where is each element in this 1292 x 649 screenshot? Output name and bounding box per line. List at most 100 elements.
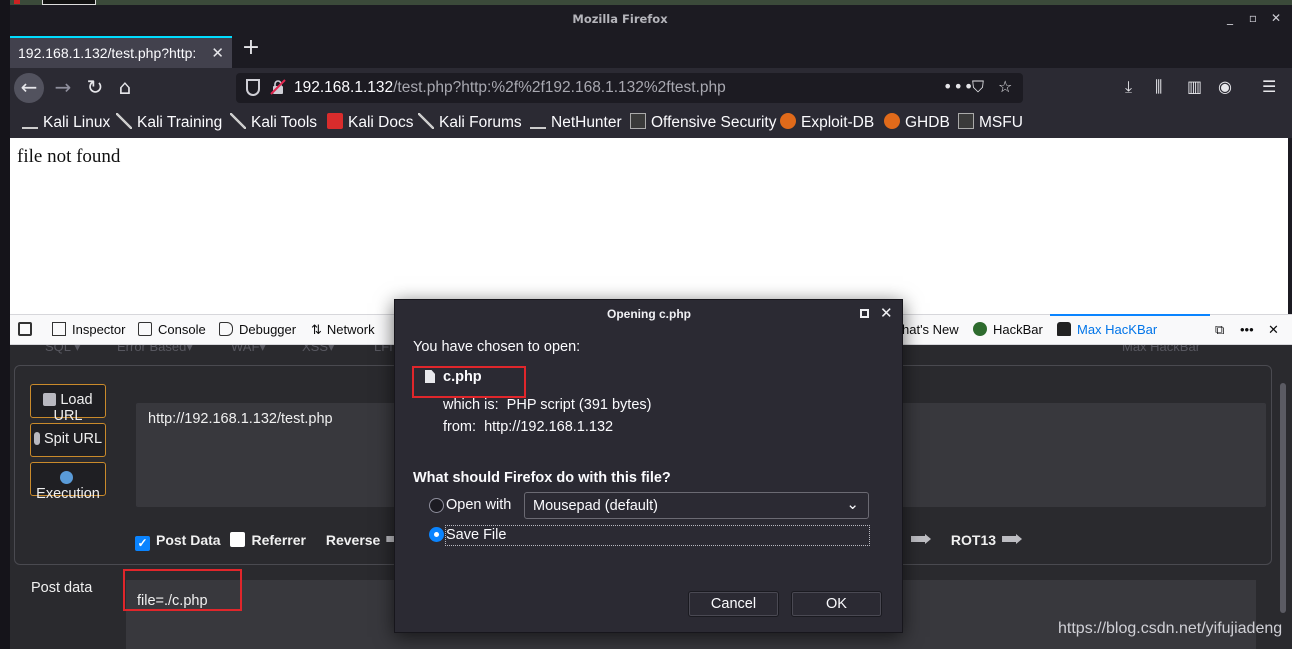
play-icon <box>59 471 73 484</box>
open-with-radio[interactable] <box>429 498 444 513</box>
reverse-button[interactable]: Reverse <box>326 532 381 548</box>
bookmark-star-icon[interactable]: ☆ <box>998 77 1012 96</box>
save-file-radio[interactable] <box>429 527 444 542</box>
account-icon[interactable]: ◉ <box>1218 77 1232 96</box>
page-actions-icon[interactable]: ••• <box>943 77 974 96</box>
devtools-close-icon[interactable]: ✕ <box>1268 322 1279 338</box>
bookmark-kali-linux[interactable]: Kali Linux <box>22 113 110 132</box>
menu-sql[interactable]: SQL ▾ <box>45 345 81 355</box>
load-icon <box>43 393 57 406</box>
bookmark-kali-docs[interactable]: Kali Docs <box>327 113 413 132</box>
split-icon <box>33 432 40 445</box>
save-file-label[interactable]: Save File <box>446 527 506 543</box>
desktop-indicator <box>14 0 20 4</box>
kali-dragon-icon <box>116 113 132 129</box>
inspector-icon <box>52 322 66 336</box>
devtools-tab-inspector[interactable]: Inspector <box>52 322 125 337</box>
url-path: /test.php?http:%2f%2f192.168.1.132%2ftes… <box>393 79 726 96</box>
chosen-label: You have chosen to open: <box>413 339 581 355</box>
network-icon: ⇅ <box>311 322 322 337</box>
tab-close-icon[interactable]: ✕ <box>211 44 224 62</box>
window-titlebar: Mozilla Firefox _ ▫ ✕ <box>10 5 1292 33</box>
dialog-close-icon[interactable]: ✕ <box>880 304 893 322</box>
open-with-select[interactable]: Mousepad (default) ⌄ <box>524 492 869 519</box>
scrollbar-thumb[interactable] <box>1280 383 1286 613</box>
bookmark-kali-training[interactable]: Kali Training <box>116 113 222 132</box>
chevron-down-icon: ⌄ <box>846 496 859 513</box>
ok-button[interactable]: OK <box>791 591 882 617</box>
close-window-icon[interactable]: ✕ <box>1269 11 1283 25</box>
menu-max-hackbar: Max HackBar <box>1122 345 1201 354</box>
kali-docs-icon <box>327 113 343 129</box>
bookmark-offensive-security[interactable]: Offensive Security <box>630 113 777 132</box>
home-icon[interactable]: ⌂ <box>110 73 140 103</box>
menu-icon[interactable]: ☰ <box>1262 77 1276 96</box>
minimize-icon[interactable]: _ <box>1223 11 1237 25</box>
tab-title: 192.168.1.132/test.php?http: <box>18 45 197 61</box>
reload-icon[interactable]: ↻ <box>80 73 110 103</box>
url-text[interactable]: 192.168.1.132/test.php?http:%2f%2f192.16… <box>294 79 726 97</box>
insecure-lock-icon[interactable] <box>270 79 286 95</box>
url-bar[interactable]: 192.168.1.132/test.php?http:%2f%2f192.16… <box>236 73 1023 103</box>
kali-dragon-icon <box>230 113 246 129</box>
annotation-box-post-data <box>123 569 242 611</box>
referrer-checkbox[interactable] <box>230 532 246 547</box>
hackbar-icon <box>973 322 987 336</box>
sidebar-icon[interactable]: ▥ <box>1187 77 1202 96</box>
execution-button[interactable]: Execution <box>30 462 106 502</box>
tab-strip: 192.168.1.132/test.php?http: ✕ + <box>10 33 1292 68</box>
devtools-tab-debugger[interactable]: Debugger <box>219 322 296 337</box>
new-tab-icon[interactable]: + <box>240 37 262 60</box>
load-url-button[interactable]: Load URL <box>30 384 106 424</box>
menu-waf[interactable]: WAF▾ <box>231 345 266 355</box>
back-arrow-icon[interactable]: ← <box>14 73 44 103</box>
active-tab-indicator <box>1050 314 1210 316</box>
opening-file-dialog: Opening c.php ✕ You have chosen to open:… <box>394 299 903 633</box>
bookmark-nethunter[interactable]: NetHunter <box>530 113 622 132</box>
open-with-label[interactable]: Open with <box>446 497 511 513</box>
dialog-titlebar: Opening c.php ✕ <box>395 300 902 328</box>
bookmark-msfu[interactable]: MSFU <box>958 113 1023 132</box>
hackbar-options: ✓ Post Data Referrer Reverse <box>135 532 407 551</box>
devtools-tab-max-hackbar[interactable]: Max HacKBar <box>1057 322 1157 337</box>
hackbar-scrollbar[interactable] <box>1278 375 1288 649</box>
bookmark-kali-forums[interactable]: Kali Forums <box>418 113 522 132</box>
which-is-row: which is: PHP script (391 bytes) <box>443 397 652 413</box>
library-icon[interactable]: ⫼ <box>1155 77 1162 97</box>
dialog-title: Opening c.php <box>607 307 691 321</box>
devtools-tab-network[interactable]: ⇅ Network <box>311 322 375 338</box>
split-url-button[interactable]: Spit URL <box>30 423 106 457</box>
lock-icon <box>1057 322 1071 336</box>
dock-mode-icon[interactable]: ⧉ <box>1215 322 1224 338</box>
desktop-left-strip <box>0 0 10 649</box>
post-data-checkbox[interactable]: ✓ <box>135 536 150 551</box>
exploit-db-icon <box>780 113 796 129</box>
menu-lfi[interactable]: LFI <box>374 345 393 354</box>
forward-arrow-icon[interactable]: → <box>48 73 78 103</box>
element-picker-icon[interactable] <box>18 322 38 337</box>
menu-xss[interactable]: XSS▾ <box>302 345 335 355</box>
rot13-button[interactable]: ROT13 <box>951 532 996 548</box>
page-content: file not found <box>10 138 1288 314</box>
from-row: from: http://192.168.1.132 <box>443 419 614 435</box>
bookmark-ghdb[interactable]: GHDB <box>884 113 950 132</box>
post-data-label: Post data <box>31 580 93 596</box>
window-title: Mozilla Firefox <box>572 12 668 26</box>
dialog-maximize-icon[interactable] <box>860 309 869 318</box>
tracking-shield-icon[interactable] <box>246 79 260 96</box>
bookmarks-bar: Kali Linux Kali Training Kali Tools Kali… <box>10 108 1292 138</box>
pocket-icon[interactable]: ⛉ <box>972 77 984 97</box>
devtools-more-icon[interactable]: ••• <box>1240 322 1254 337</box>
maximize-icon[interactable]: ▫ <box>1246 11 1260 25</box>
cancel-button[interactable]: Cancel <box>688 591 779 617</box>
bookmark-exploit-db[interactable]: Exploit-DB <box>780 113 874 132</box>
menu-error-based[interactable]: Error Based▾ <box>117 345 193 355</box>
devtools-tab-console[interactable]: Console <box>138 322 206 337</box>
devtools-tab-hackbar[interactable]: HackBar <box>973 322 1043 337</box>
save-file-focus-ring <box>445 525 870 546</box>
tab-active[interactable]: 192.168.1.132/test.php?http: ✕ <box>10 36 232 68</box>
devtools-tab-whats-new[interactable]: hat's New <box>902 322 959 337</box>
bookmark-kali-tools[interactable]: Kali Tools <box>230 113 317 132</box>
downloads-icon[interactable]: ⤓ <box>1125 77 1132 97</box>
console-icon <box>138 322 152 336</box>
